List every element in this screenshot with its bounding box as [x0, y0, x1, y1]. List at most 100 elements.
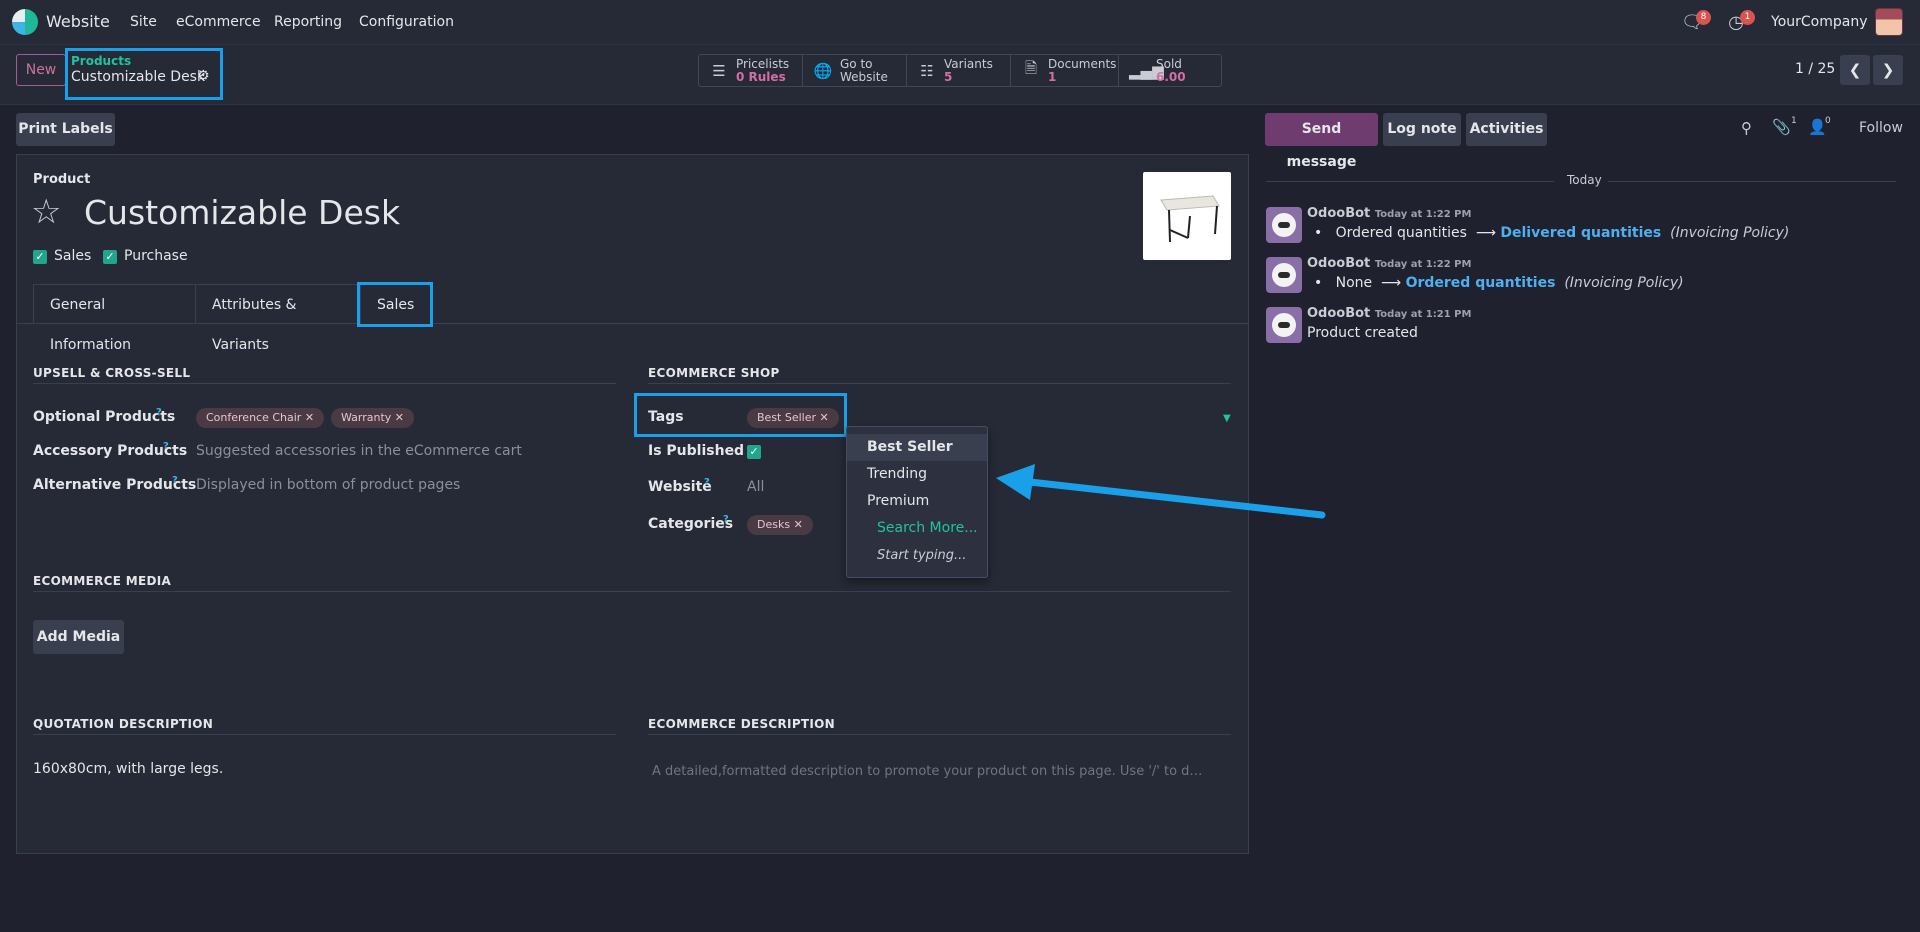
- tag-conference-chair[interactable]: Conference Chair ✕: [196, 408, 325, 428]
- odoobot-avatar[interactable]: [1266, 207, 1302, 243]
- documents-smart-button[interactable]: 🗎 Documents 1: [1011, 55, 1119, 86]
- sales-checkbox[interactable]: ✓: [33, 250, 47, 264]
- product-label: Product: [33, 172, 91, 187]
- smart-label: Variants: [944, 56, 993, 71]
- go-to-website-smart-button[interactable]: 🌐 Go to Website: [803, 55, 907, 86]
- smart-value: 1: [1048, 69, 1057, 84]
- document-icon: 🗎: [1024, 59, 1038, 77]
- paperclip-icon[interactable]: 📎: [1772, 118, 1791, 136]
- message-author[interactable]: OdooBot Today at 1:22 PM: [1307, 256, 1471, 271]
- tag-label: Best Seller: [757, 411, 817, 424]
- dropdown-item-premium[interactable]: Premium: [847, 488, 987, 515]
- message-author[interactable]: OdooBot Today at 1:22 PM: [1307, 206, 1471, 221]
- section-divider: [648, 383, 1231, 384]
- today-divider-right: [1608, 181, 1896, 182]
- send-message-button[interactable]: Send message: [1265, 113, 1378, 170]
- tab-general-information[interactable]: General Information: [33, 284, 196, 353]
- chevron-right-icon[interactable]: ❯: [1873, 55, 1903, 85]
- breadcrumb-products-link[interactable]: Products: [71, 54, 131, 68]
- tag-warranty[interactable]: Warranty ✕: [331, 408, 415, 428]
- chat-badge: 8: [1696, 10, 1711, 25]
- bars-icon: ▂▄▆: [1129, 61, 1164, 80]
- quotation-description-text[interactable]: 160x80cm, with large legs.: [33, 761, 223, 777]
- sales-tab-highlight: [357, 282, 433, 327]
- new-value: Delivered quantities: [1500, 225, 1662, 241]
- menu-site[interactable]: Site: [130, 14, 157, 30]
- message-author[interactable]: OdooBot Today at 1:21 PM: [1307, 306, 1471, 321]
- company-switcher[interactable]: YourCompany: [1771, 14, 1868, 30]
- attachments-count: 1: [1791, 116, 1797, 126]
- message-body: Product created: [1307, 325, 1418, 341]
- help-icon[interactable]: ?: [156, 407, 162, 418]
- variants-smart-button[interactable]: ☷ Variants 5: [907, 55, 1011, 86]
- website-select[interactable]: All: [747, 479, 764, 495]
- add-media-button[interactable]: Add Media: [33, 620, 124, 654]
- purchase-checkbox[interactable]: ✓: [103, 250, 117, 264]
- arrow-right-icon: ⟶: [1381, 275, 1402, 291]
- gear-icon[interactable]: ⚙: [197, 68, 210, 84]
- tag-label: Desks: [757, 518, 791, 531]
- menu-configuration[interactable]: Configuration: [359, 14, 454, 30]
- categories-label: Categories: [648, 516, 734, 532]
- alternative-products-input[interactable]: Displayed in bottom of product pages: [196, 477, 460, 493]
- author-name: OdooBot: [1307, 256, 1371, 271]
- dropdown-item-best-seller[interactable]: Best Seller: [847, 434, 987, 461]
- odoo-website-logo-icon[interactable]: [12, 9, 38, 35]
- followers-icon[interactable]: 👤: [1808, 118, 1827, 136]
- globe-icon: 🌐: [813, 61, 833, 80]
- message-time: Today at 1:22 PM: [1374, 259, 1472, 270]
- caret-down-icon[interactable]: ▼: [1223, 413, 1231, 424]
- accessory-products-input[interactable]: Suggested accessories in the eCommerce c…: [196, 443, 522, 459]
- help-icon[interactable]: ?: [163, 441, 169, 452]
- star-favorite-icon[interactable]: ☆: [31, 193, 61, 231]
- annotation-arrow: [996, 464, 1326, 519]
- ecommerce-description-title: ECOMMERCE DESCRIPTION: [648, 717, 836, 731]
- help-icon[interactable]: ?: [172, 475, 178, 486]
- ecommerce-description-editor[interactable]: A detailed,formatted description to prom…: [652, 764, 1202, 779]
- pager-value[interactable]: 1 / 25: [1795, 61, 1835, 77]
- sitemap-icon: ☷: [920, 61, 934, 80]
- pricelists-smart-button[interactable]: ☰ Pricelists 0 Rules: [699, 55, 803, 86]
- odoobot-avatar[interactable]: [1266, 257, 1302, 293]
- tracking-line: • Ordered quantities ⟶ Delivered quantit…: [1314, 225, 1790, 241]
- menu-ecommerce[interactable]: eCommerce: [176, 14, 261, 30]
- tab-attributes-variants[interactable]: Attributes & Variants: [195, 284, 358, 353]
- product-name[interactable]: Customizable Desk: [84, 193, 400, 232]
- ecommerce-media-title: ECOMMERCE MEDIA: [33, 574, 172, 588]
- quotation-description-title: QUOTATION DESCRIPTION: [33, 717, 214, 731]
- help-icon[interactable]: ?: [723, 514, 729, 525]
- smart-label: Sold: [1156, 56, 1182, 71]
- smart-label: Documents: [1048, 56, 1117, 71]
- list-icon: ☰: [712, 61, 726, 80]
- dropdown-item-trending[interactable]: Trending: [847, 461, 987, 488]
- activities-button[interactable]: Activities: [1466, 113, 1547, 146]
- odoobot-avatar[interactable]: [1266, 307, 1302, 343]
- log-note-button[interactable]: Log note: [1383, 113, 1461, 146]
- chevron-left-icon[interactable]: ❮: [1840, 55, 1870, 85]
- help-icon[interactable]: ?: [704, 477, 710, 488]
- is-published-checkbox[interactable]: ✓: [747, 445, 761, 459]
- arrow-right-icon: ⟶: [1475, 225, 1496, 241]
- optional-products-label: Optional Products: [33, 409, 176, 425]
- dropdown-search-more[interactable]: Search More...: [847, 515, 987, 542]
- search-icon[interactable]: ⚲: [1741, 119, 1752, 137]
- follow-button[interactable]: Follow: [1859, 120, 1903, 136]
- website-label: Website: [648, 479, 712, 495]
- author-name: OdooBot: [1307, 306, 1371, 321]
- user-avatar[interactable]: [1875, 8, 1903, 36]
- menu-reporting[interactable]: Reporting: [274, 14, 342, 30]
- activity-badge: 1: [1740, 10, 1755, 25]
- product-image[interactable]: [1143, 172, 1231, 260]
- dropdown-start-typing: Start typing...: [877, 548, 967, 563]
- tag-label: Warranty: [341, 411, 392, 424]
- old-value: None: [1335, 275, 1373, 291]
- new-button[interactable]: New: [16, 54, 66, 86]
- tag-desks[interactable]: Desks ✕: [747, 515, 813, 535]
- tag-best-seller[interactable]: Best Seller ✕: [747, 408, 839, 428]
- smart-value: Website: [840, 69, 888, 84]
- breadcrumb-current: Customizable Desk: [71, 69, 206, 85]
- print-labels-button[interactable]: Print Labels: [16, 113, 115, 146]
- upsell-section-title: UPSELL & CROSS-SELL: [33, 366, 191, 380]
- sold-smart-button[interactable]: ▂▄▆ Sold 6.00: [1119, 55, 1221, 86]
- app-name[interactable]: Website: [46, 12, 110, 31]
